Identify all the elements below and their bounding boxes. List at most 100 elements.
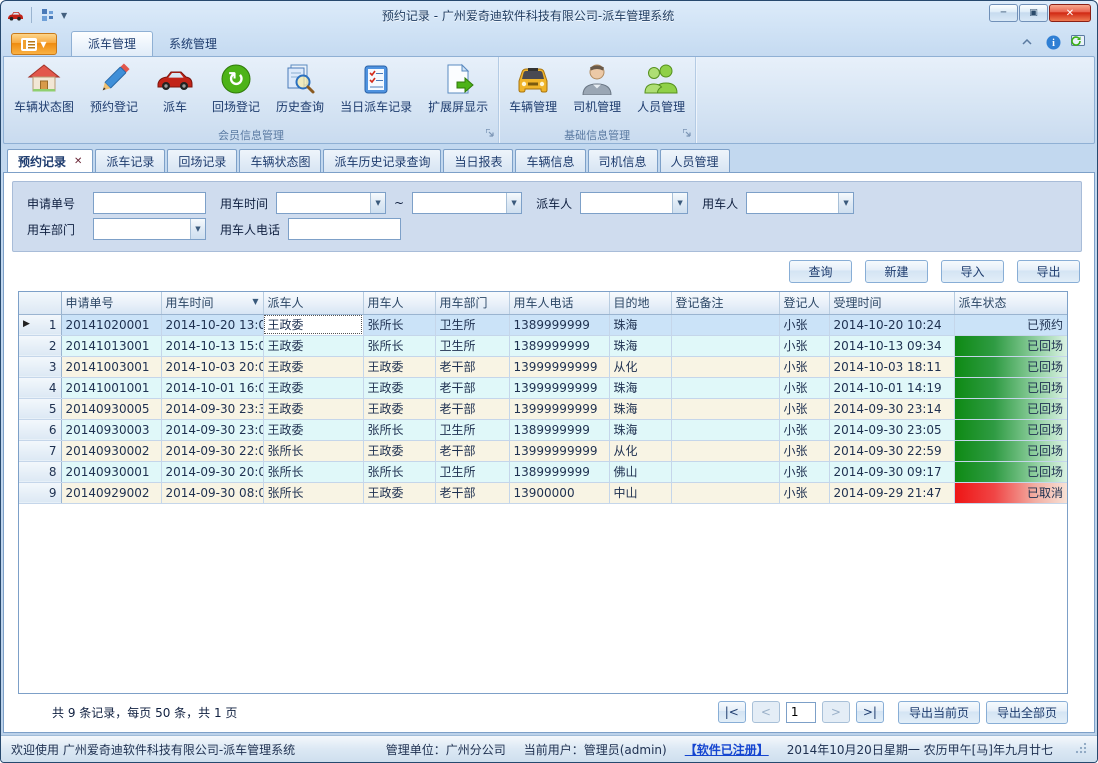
grid-cell[interactable]: 老干部 [435,482,509,503]
grid-cell[interactable]: 小张 [779,419,829,440]
grid-cell[interactable] [671,398,779,419]
grid-row[interactable]: 9201409290022014-09-30 08:00张所长王政委老干部139… [19,482,1067,503]
col-phone[interactable]: 用车人电话 [509,292,609,314]
grid-cell[interactable]: 2014-10-03 20:00 [161,356,263,377]
resize-grip-icon[interactable] [1075,742,1087,757]
export-button[interactable]: 导出 [1017,260,1080,283]
grid-cell[interactable]: 珠海 [609,377,671,398]
grid-cell[interactable]: 小张 [779,335,829,356]
close-button[interactable]: ✕ [1049,4,1091,22]
grid-cell[interactable]: 2014-10-03 18:11 [829,356,954,377]
grid-row[interactable]: 2201410130012014-10-13 15:00王政委张所长卫生所138… [19,335,1067,356]
chevron-down-icon[interactable]: ▼ [506,193,521,213]
grid-cell[interactable]: 20141013001 [61,335,161,356]
grid-row[interactable]: 6201409300032014-09-30 23:00王政委张所长卫生所138… [19,419,1067,440]
row-number-cell[interactable]: 6 [19,419,61,440]
dialog-launcher-icon[interactable] [683,127,691,140]
grid-cell[interactable]: 从化 [609,440,671,461]
grid-cell[interactable]: 2014-10-13 15:00 [161,335,263,356]
phone-input[interactable] [288,218,401,240]
grid-cell[interactable]: 张所长 [263,482,363,503]
request-no-input[interactable] [93,192,206,214]
col-accept-time[interactable]: 受理时间 [829,292,954,314]
grid-cell[interactable]: 2014-09-30 22:00 [161,440,263,461]
grid-cell[interactable]: 张所长 [363,335,435,356]
grid-cell[interactable]: 2014-09-30 23:14 [829,398,954,419]
grid-cell[interactable]: 小张 [779,482,829,503]
grid-cell[interactable]: 王政委 [363,377,435,398]
minimize-button[interactable]: ─ [989,4,1018,22]
grid-cell[interactable]: 20140929002 [61,482,161,503]
col-dispatcher[interactable]: 派车人 [263,292,363,314]
grid-cell[interactable]: 2014-10-13 09:34 [829,335,954,356]
grid-cell[interactable]: 王政委 [263,335,363,356]
grid-cell[interactable]: 王政委 [363,482,435,503]
grid-cell[interactable]: 20140930001 [61,461,161,482]
chevron-down-icon[interactable]: ▼ [190,219,205,239]
first-page-button[interactable]: |< [718,701,746,723]
query-button[interactable]: 查询 [789,260,852,283]
grid-cell[interactable]: 老干部 [435,398,509,419]
import-button[interactable]: 导入 [941,260,1004,283]
grid-cell[interactable]: 1389999999 [509,314,609,335]
row-number-cell[interactable]: ▶1 [19,314,61,335]
grid-cell[interactable]: 2014-09-30 09:17 [829,461,954,482]
grid-cell[interactable]: 2014-09-30 08:00 [161,482,263,503]
col-user[interactable]: 用车人 [363,292,435,314]
grid-cell[interactable]: 张所长 [363,461,435,482]
grid-cell[interactable]: 小张 [779,461,829,482]
row-number-cell[interactable]: 8 [19,461,61,482]
grid-cell[interactable]: 中山 [609,482,671,503]
grid-cell[interactable]: 2014-10-01 14:19 [829,377,954,398]
dialog-launcher-icon[interactable] [486,127,494,140]
grid-row[interactable]: 3201410030012014-10-03 20:00王政委王政委老干部139… [19,356,1067,377]
sort-desc-icon[interactable]: ▼ [252,297,258,306]
grid-cell[interactable]: 张所长 [363,314,435,335]
grid-cell[interactable] [671,482,779,503]
dispatch-status-cell[interactable]: 已回场 [954,377,1067,398]
grid-cell[interactable]: 老干部 [435,440,509,461]
col-use-time[interactable]: ▼用车时间 [161,292,263,314]
driver-manage-button[interactable]: 司机管理 [565,59,629,126]
doc-tab-vehicle-info[interactable]: 车辆信息 [515,149,585,172]
use-time-from-combo[interactable]: ▼ [276,192,386,214]
new-button[interactable]: 新建 [865,260,928,283]
col-dispatch-status[interactable]: 派车状态 [954,292,1067,314]
grid-cell[interactable]: 王政委 [363,356,435,377]
grid-cell[interactable] [671,440,779,461]
grid-cell[interactable] [671,461,779,482]
doc-tab-dispatch-records[interactable]: 派车记录 [95,149,165,172]
extended-screen-button[interactable]: 扩展屏显示 [420,59,496,126]
grid-cell[interactable]: 2014-09-30 20:00 [161,461,263,482]
app-menu-button[interactable]: ▼ [11,33,57,55]
grid-cell[interactable]: 张所长 [363,419,435,440]
doc-tab-reservation-records[interactable]: 预约记录✕ [7,149,93,172]
dept-combo[interactable]: ▼ [93,218,206,240]
doc-tab-driver-info[interactable]: 司机信息 [588,149,658,172]
grid-cell[interactable]: 2014-10-20 10:24 [829,314,954,335]
grid-cell[interactable]: 张所长 [263,440,363,461]
prev-page-button[interactable]: < [752,701,780,723]
grid-cell[interactable]: 1389999999 [509,461,609,482]
grid-cell[interactable]: 13999999999 [509,356,609,377]
grid-cell[interactable]: 王政委 [263,356,363,377]
row-number-cell[interactable]: 5 [19,398,61,419]
page-number-input[interactable] [786,702,816,723]
history-query-button[interactable]: 历史查询 [268,59,332,126]
grid-cell[interactable]: 王政委 [363,398,435,419]
vehicle-status-map-button[interactable]: 车辆状态图 [6,59,82,126]
grid-cell[interactable] [671,314,779,335]
grid-cell[interactable]: 卫生所 [435,335,509,356]
grid-cell[interactable] [671,335,779,356]
dispatch-status-cell[interactable]: 已预约 [954,314,1067,335]
row-number-cell[interactable]: 9 [19,482,61,503]
grid-cell[interactable]: 2014-09-30 23:30 [161,398,263,419]
grid-cell[interactable]: 13999999999 [509,440,609,461]
user-combo[interactable]: ▼ [746,192,854,214]
grid-row[interactable]: ▶1201410200012014-10-20 13:00王政委张所长卫生所13… [19,314,1067,335]
grid-cell[interactable]: 13900000 [509,482,609,503]
doc-tab-vehicle-status-map[interactable]: 车辆状态图 [239,149,321,172]
dispatch-status-cell[interactable]: 已回场 [954,440,1067,461]
col-request-no[interactable]: 申请单号 [61,292,161,314]
vehicle-manage-button[interactable]: 车辆管理 [501,59,565,126]
